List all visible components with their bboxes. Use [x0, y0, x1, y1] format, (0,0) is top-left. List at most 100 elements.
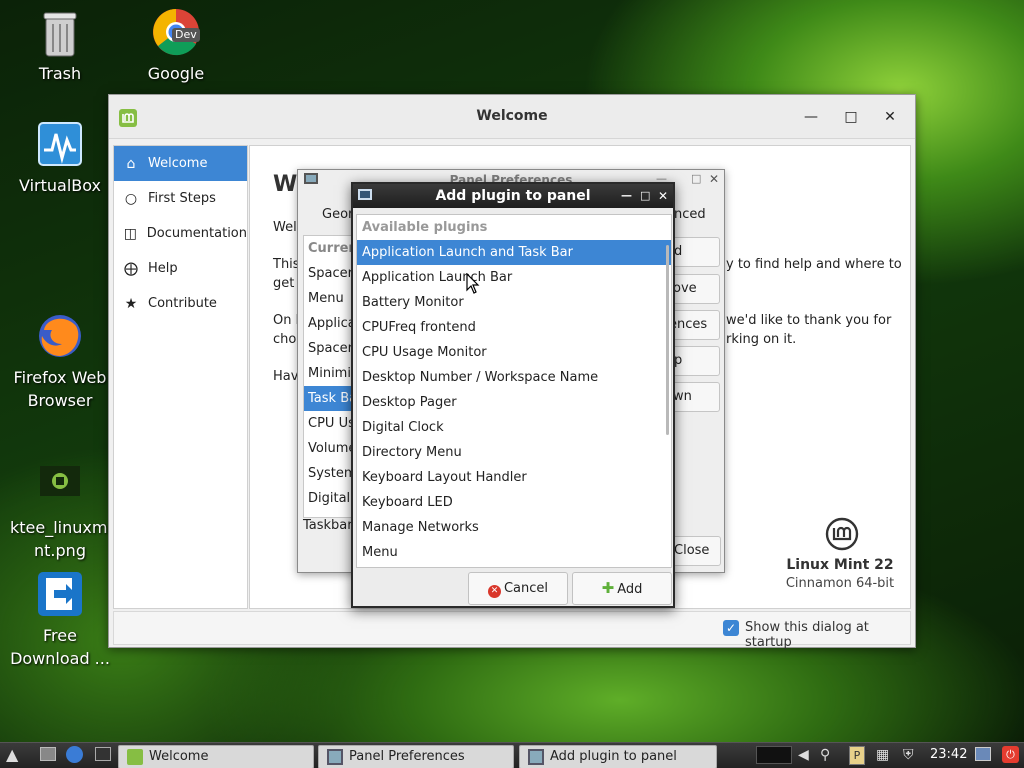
menu-icon[interactable]: ▲	[6, 745, 18, 764]
taskbar-task-add-plugin[interactable]: Add plugin to panel	[519, 745, 717, 768]
desktop-icon-free-download[interactable]: Free Download ...	[10, 570, 110, 670]
list-item[interactable]: Spacer	[304, 261, 354, 286]
list-item[interactable]: Volume	[304, 436, 354, 461]
mouse-cursor-icon	[466, 272, 480, 295]
list-header: Available plugins	[362, 220, 488, 235]
mint-icon	[127, 749, 143, 765]
plugin-item[interactable]: Desktop Number / Workspace Name	[357, 365, 671, 390]
home-icon: ⌂	[126, 155, 136, 172]
list-item[interactable]: System	[304, 461, 354, 486]
taskbar-task-panel-preferences[interactable]: Panel Preferences	[318, 745, 514, 768]
minimize-button[interactable]: —	[621, 184, 632, 208]
list-item[interactable]: Applicat	[304, 311, 354, 336]
list-item[interactable]: CPU Us	[304, 411, 354, 436]
content-text: get	[273, 276, 295, 291]
maximize-button[interactable]: □	[841, 107, 861, 127]
window-title: Welcome	[476, 108, 548, 124]
trash-icon	[36, 8, 84, 57]
desktop-icon-trash[interactable]: Trash	[10, 8, 110, 85]
plugin-item[interactable]: Directory Menu	[357, 440, 671, 465]
welcome-footer: ✓ Show this dialog at startup	[113, 611, 911, 650]
sidebar-item-welcome[interactable]: ⌂ Welcome	[114, 146, 247, 181]
display-icon[interactable]	[975, 747, 991, 761]
content-text: we'd like to thank you for	[726, 313, 892, 328]
welcome-titlebar[interactable]: Welcome — □ ✕	[109, 95, 915, 139]
add-plugin-dialog: Add plugin to panel — □ ✕ Available plug…	[351, 182, 675, 608]
power-icon[interactable]: ⏻	[1002, 746, 1019, 763]
taskbar-task-welcome[interactable]: Welcome	[118, 745, 314, 768]
maximize-button[interactable]: □	[640, 184, 650, 208]
scrollbar-thumb[interactable]	[666, 245, 669, 435]
show-desktop-icon[interactable]	[40, 747, 56, 761]
list-item-selected[interactable]: Task Bar	[304, 386, 354, 411]
plugin-item[interactable]: Desktop Pager	[357, 390, 671, 415]
network-icon[interactable]: ⚲	[820, 747, 830, 763]
content-text: Hav	[273, 369, 299, 384]
plugin-item[interactable]: Manage Networks	[357, 515, 671, 540]
monitor-icon	[304, 173, 318, 184]
cpu-graph-icon	[756, 746, 792, 764]
close-button[interactable]: ✕	[658, 184, 668, 208]
sidebar-item-contribute[interactable]: ★ Contribute	[114, 286, 247, 321]
task-label: Add plugin to panel	[550, 749, 677, 764]
desktop-icon-firefox[interactable]: Firefox Web Browser	[10, 312, 110, 412]
virtualbox-icon	[36, 120, 84, 168]
list-item[interactable]: Digital C	[304, 486, 354, 511]
down-button[interactable]: wn	[668, 382, 720, 412]
add-button[interactable]: ✚ Add	[572, 572, 672, 605]
plugin-item[interactable]: Menu	[357, 540, 671, 565]
tab-general[interactable]: Geor	[322, 207, 353, 222]
calendar-icon[interactable]: ▦	[876, 747, 889, 763]
cancel-button[interactable]: ✕ Cancel	[468, 572, 568, 605]
desktop-icon-virtualbox[interactable]: VirtualBox	[10, 120, 110, 197]
sidebar-item-label: Contribute	[148, 296, 217, 311]
cancel-icon: ✕	[487, 585, 501, 598]
clipboard-icon[interactable]: P	[849, 746, 865, 765]
sidebar-item-help[interactable]: ⨁ Help	[114, 251, 247, 286]
plugin-item[interactable]: CPU Usage Monitor	[357, 340, 671, 365]
desktop-icon-chrome[interactable]: Dev Google Chrome (u	[126, 8, 226, 90]
current-plugins-list: Curren Spacer Menu Applicat Spacer Minim…	[303, 235, 355, 518]
tab-advanced[interactable]: nced	[674, 207, 706, 222]
close-button[interactable]: ✕	[880, 107, 900, 127]
welcome-sidebar: ⌂ Welcome ○ First Steps ◫ Documentation …	[113, 145, 248, 609]
monitor-icon	[327, 749, 343, 765]
shield-icon[interactable]: ⛨	[903, 747, 914, 763]
add-button[interactable]: d	[668, 237, 720, 267]
dialog-titlebar[interactable]: Add plugin to panel — □ ✕	[353, 184, 673, 208]
minimize-button[interactable]: —	[801, 107, 821, 127]
list-item[interactable]: Menu	[304, 286, 354, 311]
startup-checkbox-label[interactable]: Show this dialog at startup	[745, 620, 910, 650]
task-label: Welcome	[149, 749, 209, 764]
sidebar-item-label: Welcome	[148, 156, 208, 171]
monitor-icon	[358, 189, 372, 200]
desktop-icon-image[interactable]: ktee_linuxmi-nt.png	[10, 462, 118, 562]
list-item[interactable]: Spacer	[304, 336, 354, 361]
maximize-button[interactable]: □	[691, 172, 701, 185]
remove-button[interactable]: ove	[668, 274, 720, 304]
plugin-item[interactable]: Keyboard Layout Handler	[357, 465, 671, 490]
terminal-icon[interactable]	[95, 747, 111, 761]
desktop-icon-label: ktee_linuxmi-nt.png	[10, 518, 118, 560]
volume-icon[interactable]: ◀	[798, 747, 809, 763]
book-icon: ◫	[123, 225, 137, 242]
brand-edition: Cinnamon 64-bit	[785, 576, 895, 591]
plugin-item[interactable]: CPUFreq frontend	[357, 315, 671, 340]
brand-name: Linux Mint 22	[786, 557, 894, 573]
startup-checkbox[interactable]: ✓	[723, 620, 739, 636]
up-button[interactable]: p	[668, 346, 720, 376]
clock[interactable]: 23:42	[930, 747, 967, 762]
plugin-item[interactable]: Keyboard LED	[357, 490, 671, 515]
sidebar-item-first-steps[interactable]: ○ First Steps	[114, 181, 247, 216]
sidebar-item-documentation[interactable]: ◫ Documentation	[114, 216, 247, 251]
download-manager-icon	[36, 570, 84, 618]
close-button[interactable]: ✕	[709, 172, 719, 186]
browser-icon[interactable]	[66, 746, 83, 763]
plugin-item[interactable]: Digital Clock	[357, 415, 671, 440]
plugin-item-selected[interactable]: Application Launch and Task Bar	[357, 240, 671, 265]
plugin-item[interactable]: Application Launch Bar	[357, 265, 671, 290]
content-text: This	[273, 257, 300, 272]
plugin-item[interactable]: Battery Monitor	[357, 290, 671, 315]
list-item[interactable]: Minimiz	[304, 361, 354, 386]
preferences-button[interactable]: ences	[668, 310, 720, 340]
